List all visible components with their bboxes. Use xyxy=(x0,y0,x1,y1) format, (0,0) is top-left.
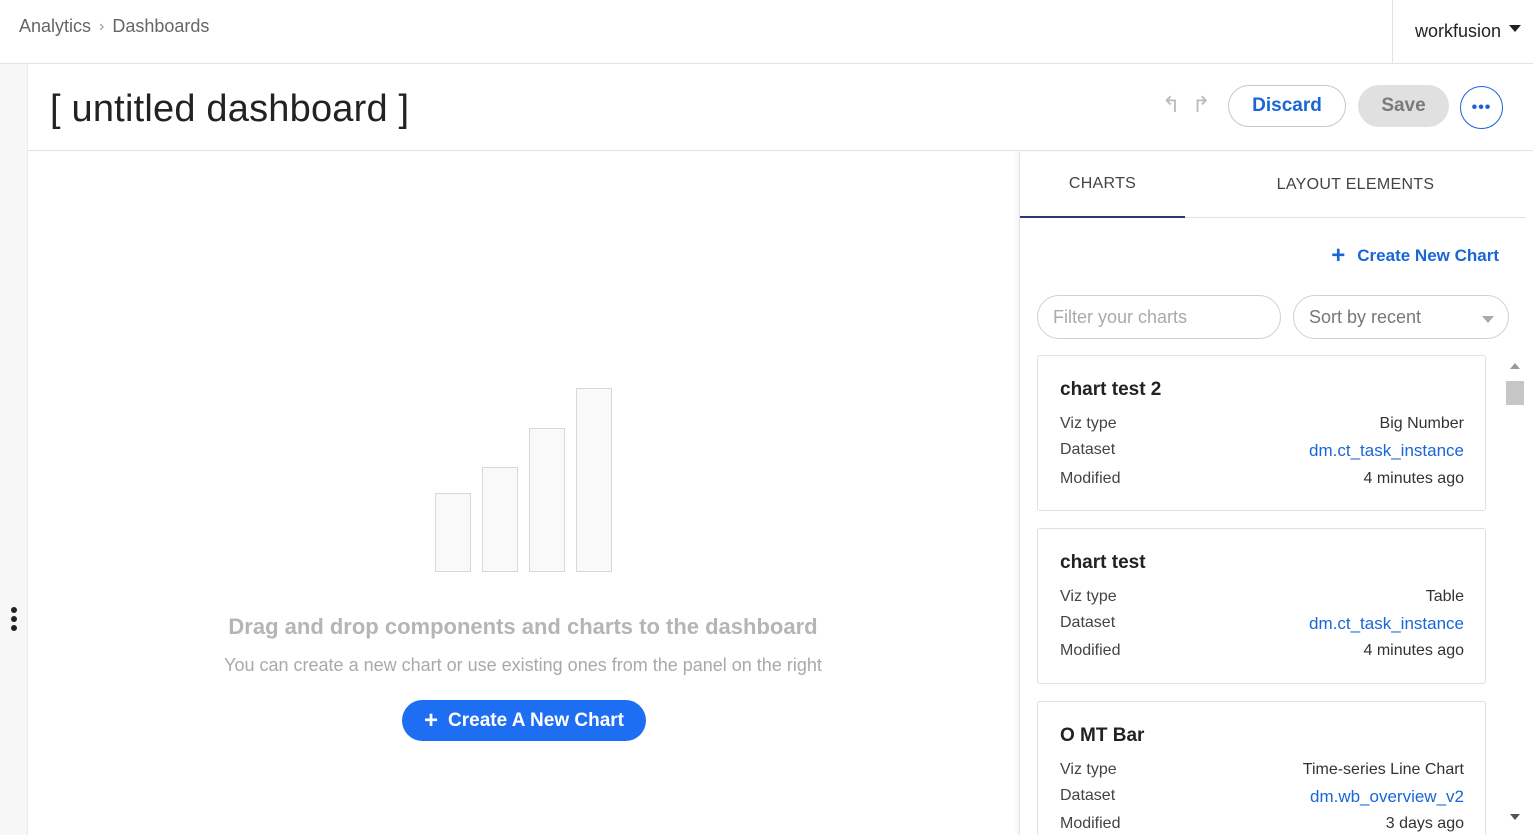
scrollbar-thumb[interactable] xyxy=(1506,381,1524,405)
modified-label: Modified xyxy=(1060,470,1121,487)
illustration-bar xyxy=(529,428,565,572)
chart-card-modified-row: Modified 4 minutes ago xyxy=(1060,642,1464,660)
org-selector[interactable]: workfusion xyxy=(1392,0,1533,63)
filter-charts-input[interactable] xyxy=(1037,295,1281,339)
undo-icon[interactable]: ↰ xyxy=(1162,92,1180,118)
chart-card-viz-row: Viz type Big Number xyxy=(1060,415,1464,433)
dashboard-canvas[interactable]: Drag and drop components and charts to t… xyxy=(28,152,1018,835)
chart-card-dataset-row: Dataset dm.ct_task_instance xyxy=(1060,441,1464,461)
caret-down-icon xyxy=(1482,316,1494,323)
left-rail xyxy=(0,64,28,835)
redo-icon[interactable]: ↱ xyxy=(1192,92,1210,118)
sort-select-value: Sort by recent xyxy=(1309,306,1422,327)
modified-value: 4 minutes ago xyxy=(1363,470,1464,487)
dataset-label: Dataset xyxy=(1060,614,1116,631)
scroll-up-arrow-icon[interactable] xyxy=(1510,363,1520,369)
discard-button[interactable]: Discard xyxy=(1228,85,1346,127)
chart-list-scrollbar[interactable] xyxy=(1503,355,1525,835)
org-name: workfusion xyxy=(1415,21,1502,41)
dataset-label: Dataset xyxy=(1060,787,1116,804)
chart-card-title: chart test 2 xyxy=(1060,379,1162,400)
vertical-dots-icon[interactable] xyxy=(10,607,18,635)
dashboard-title[interactable]: [ untitled dashboard ] xyxy=(50,88,409,131)
illustration-bar xyxy=(435,493,471,572)
chart-card-viz-row: Viz type Table xyxy=(1060,588,1464,606)
tab-charts[interactable]: CHARTS xyxy=(1020,152,1185,218)
chart-card[interactable]: chart test Viz type Table Dataset dm.ct_… xyxy=(1037,528,1486,684)
chart-card-title: chart test xyxy=(1060,552,1146,573)
breadcrumb-dashboards[interactable]: Dashboards xyxy=(112,16,209,37)
chart-card-viz-row: Viz type Time-series Line Chart xyxy=(1060,761,1464,779)
builder-side-panel: CHARTS LAYOUT ELEMENTS + Create New Char… xyxy=(1019,152,1526,835)
more-options-icon[interactable]: ••• xyxy=(1460,86,1503,129)
dataset-link[interactable]: dm.ct_task_instance xyxy=(1309,441,1464,461)
top-bar: Analytics › Dashboards workfusion xyxy=(0,0,1533,64)
viz-type-value: Big Number xyxy=(1379,415,1464,432)
chevron-right-icon: › xyxy=(99,17,105,35)
dataset-link[interactable]: dm.ct_task_instance xyxy=(1309,614,1464,634)
viz-type-label: Viz type xyxy=(1060,761,1117,778)
modified-label: Modified xyxy=(1060,815,1121,832)
modified-value: 4 minutes ago xyxy=(1363,642,1464,659)
illustration-bar xyxy=(576,388,612,572)
viz-type-value: Table xyxy=(1425,588,1464,605)
breadcrumb-analytics[interactable]: Analytics xyxy=(19,16,91,37)
caret-down-icon xyxy=(1509,25,1521,32)
chart-list: chart test 2 Viz type Big Number Dataset… xyxy=(1020,355,1526,835)
chart-card-title: O MT Bar xyxy=(1060,725,1145,746)
create-new-chart-button[interactable]: + Create A New Chart xyxy=(402,700,646,741)
scroll-down-arrow-icon[interactable] xyxy=(1510,814,1520,820)
panel-tabs: CHARTS LAYOUT ELEMENTS xyxy=(1020,152,1526,218)
create-new-chart-label: Create A New Chart xyxy=(448,709,624,731)
modified-value: 3 days ago xyxy=(1385,815,1464,832)
empty-state-title: Drag and drop components and charts to t… xyxy=(228,614,818,639)
plus-icon: + xyxy=(424,706,439,734)
chart-card[interactable]: chart test 2 Viz type Big Number Dataset… xyxy=(1037,355,1486,511)
bar-chart-illustration-icon xyxy=(435,386,615,572)
plus-icon: + xyxy=(1331,242,1346,269)
create-new-chart-link-label: Create New Chart xyxy=(1357,246,1499,265)
modified-label: Modified xyxy=(1060,642,1121,659)
sort-select[interactable]: Sort by recent xyxy=(1293,295,1509,339)
chart-card-modified-row: Modified 3 days ago xyxy=(1060,815,1464,833)
dashboard-header: [ untitled dashboard ] ↰ ↱ Discard Save … xyxy=(28,64,1533,151)
chart-card[interactable]: O MT Bar Viz type Time-series Line Chart… xyxy=(1037,701,1486,835)
breadcrumb: Analytics › Dashboards xyxy=(19,16,209,37)
illustration-bar xyxy=(482,467,518,572)
dataset-link[interactable]: dm.wb_overview_v2 xyxy=(1310,787,1464,807)
create-new-chart-link[interactable]: + Create New Chart xyxy=(1331,244,1499,268)
dataset-label: Dataset xyxy=(1060,441,1116,458)
viz-type-value: Time-series Line Chart xyxy=(1302,761,1464,778)
tab-layout-elements[interactable]: LAYOUT ELEMENTS xyxy=(1185,152,1526,218)
chart-card-modified-row: Modified 4 minutes ago xyxy=(1060,470,1464,488)
save-button[interactable]: Save xyxy=(1358,85,1449,127)
viz-type-label: Viz type xyxy=(1060,415,1117,432)
empty-state-subtitle: You can create a new chart or use existi… xyxy=(224,655,822,675)
viz-type-label: Viz type xyxy=(1060,588,1117,605)
chart-card-dataset-row: Dataset dm.ct_task_instance xyxy=(1060,614,1464,634)
chart-card-dataset-row: Dataset dm.wb_overview_v2 xyxy=(1060,787,1464,807)
